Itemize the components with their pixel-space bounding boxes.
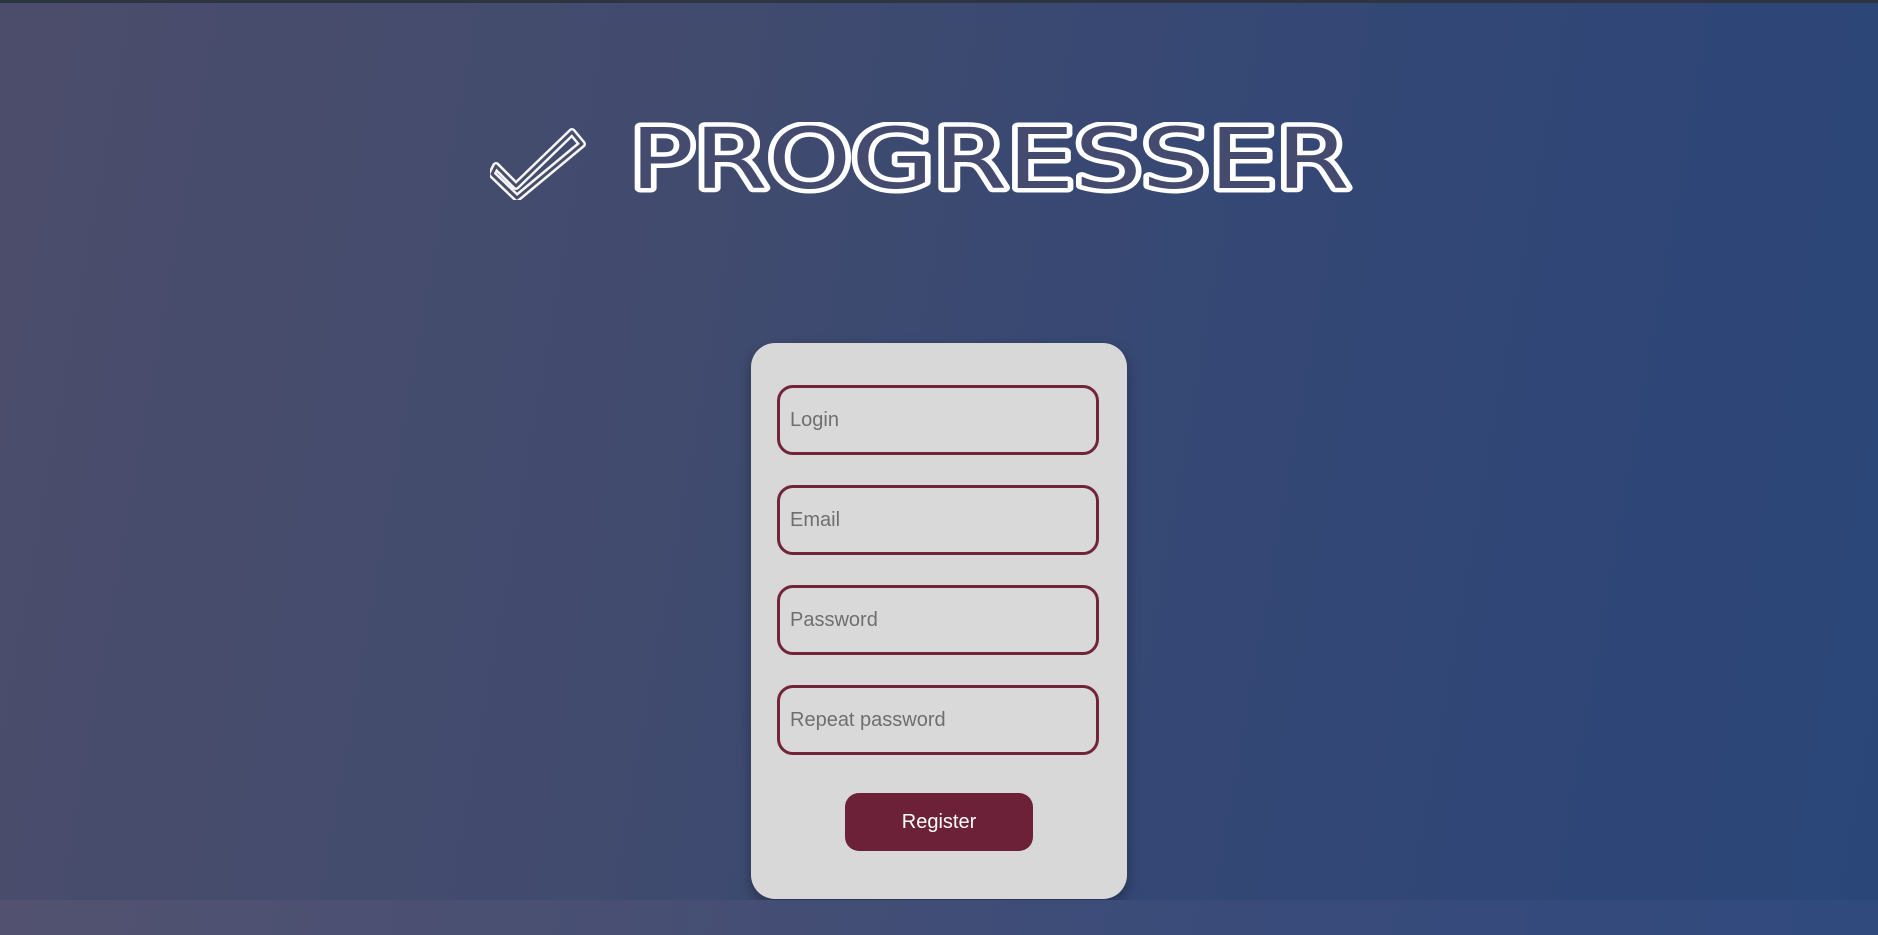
window-top-edge [0, 0, 1878, 3]
register-button[interactable]: Register [845, 793, 1033, 851]
email-field[interactable] [777, 485, 1099, 555]
login-field[interactable] [777, 385, 1099, 455]
register-card: Register [751, 343, 1127, 899]
app-title: PROGRESSER PROGRESSER [630, 122, 1355, 212]
password-field[interactable] [777, 585, 1099, 655]
footer-band [0, 900, 1878, 935]
check-icon [490, 128, 586, 200]
brand-header: PROGRESSER PROGRESSER [490, 122, 1370, 212]
app-title-inner: PROGRESSER [630, 122, 1350, 208]
repeat-password-field[interactable] [777, 685, 1099, 755]
